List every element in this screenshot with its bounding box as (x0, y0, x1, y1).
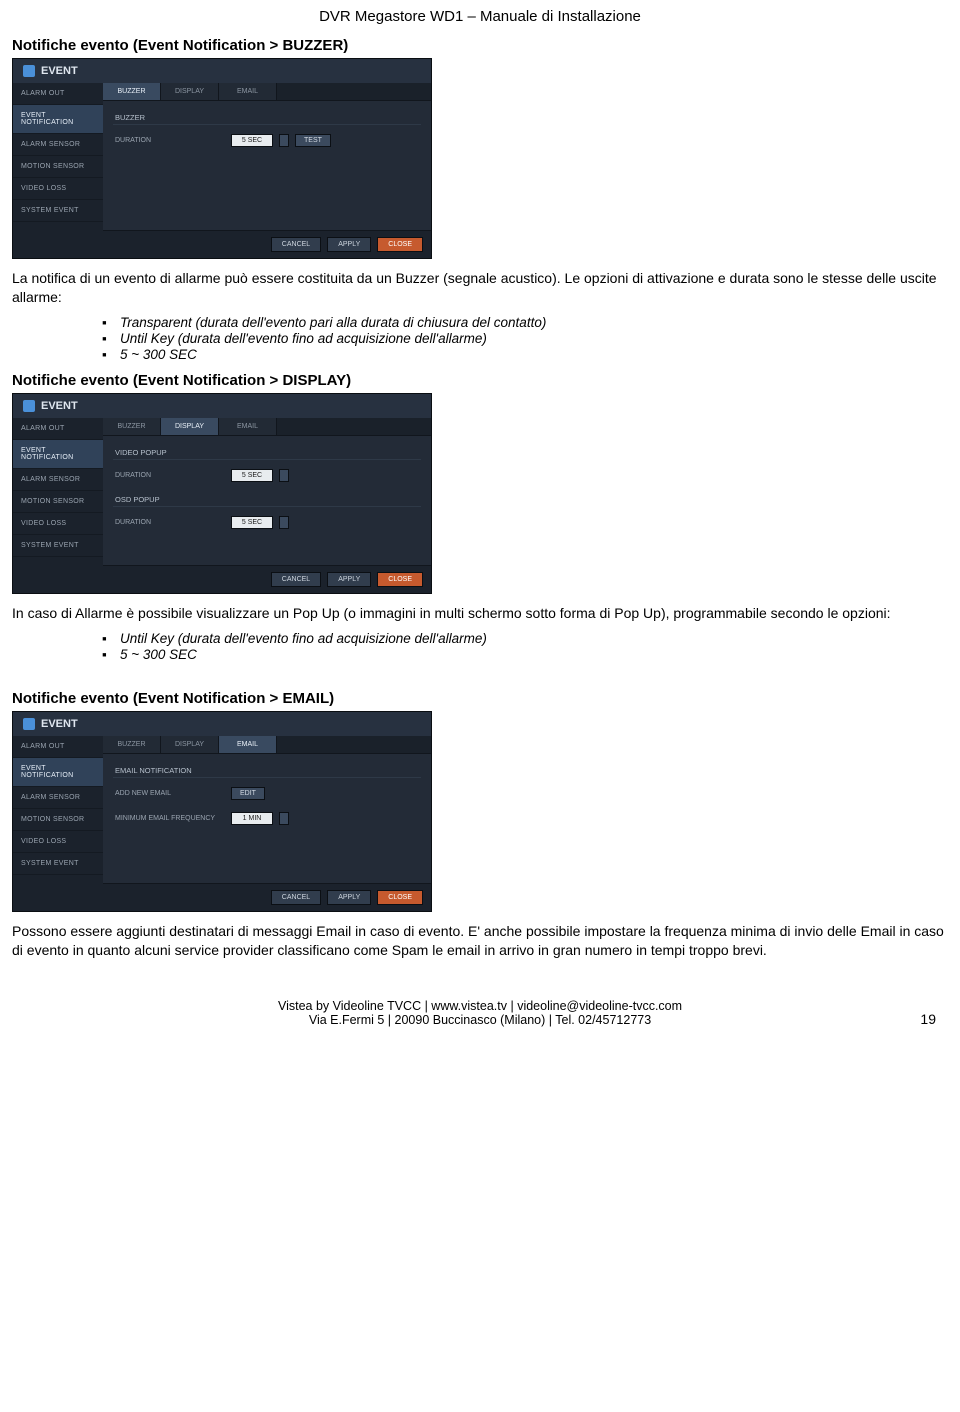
nav-motion-sensor[interactable]: MOTION SENSOR (13, 809, 103, 831)
buzzer-duration-label: DURATION (115, 137, 225, 144)
event-icon (23, 400, 35, 412)
bullet-item: Transparent (durata dell'evento pari all… (120, 315, 546, 330)
tab-display[interactable]: DISPLAY (161, 83, 219, 100)
dvr-screenshot-buzzer: EVENT ALARM OUT EVENT NOTIFICATION ALARM… (12, 58, 432, 259)
osd-popup-stepper[interactable] (279, 516, 289, 529)
dvr-tabs: BUZZER DISPLAY EMAIL (103, 83, 431, 101)
section2-paragraph: In caso di Allarme è possibile visualizz… (12, 604, 948, 623)
dvr-window-title: EVENT (13, 712, 431, 736)
event-icon (23, 718, 35, 730)
bullet-item: 5 ~ 300 SEC (120, 647, 197, 662)
section1-bullets: ▪Transparent (durata dell'evento pari al… (102, 315, 948, 362)
cancel-button[interactable]: CANCEL (271, 890, 321, 905)
tab-buzzer[interactable]: BUZZER (103, 736, 161, 753)
bullet-item: 5 ~ 300 SEC (120, 347, 197, 362)
dvr-tabs: BUZZER DISPLAY EMAIL (103, 736, 431, 754)
apply-button[interactable]: APPLY (327, 890, 371, 905)
cancel-button[interactable]: CANCEL (271, 237, 321, 252)
osd-popup-duration-label: DURATION (115, 519, 225, 526)
nav-alarm-out[interactable]: ALARM OUT (13, 418, 103, 440)
video-popup-duration-value[interactable]: 5 SEC (231, 469, 273, 482)
page-number: 19 (920, 1011, 936, 1027)
tab-display[interactable]: DISPLAY (161, 736, 219, 753)
dvr-tabs: BUZZER DISPLAY EMAIL (103, 418, 431, 436)
nav-alarm-out[interactable]: ALARM OUT (13, 736, 103, 758)
dvr-sidebar: ALARM OUT EVENT NOTIFICATION ALARM SENSO… (13, 736, 103, 911)
nav-video-loss[interactable]: VIDEO LOSS (13, 831, 103, 853)
bullet-item: Until Key (durata dell'evento fino ad ac… (120, 631, 487, 646)
group-email-notification: EMAIL NOTIFICATION (113, 762, 421, 778)
dvr-title-text: EVENT (41, 65, 78, 77)
bullet-item: Until Key (durata dell'evento fino ad ac… (120, 331, 487, 346)
nav-alarm-sensor[interactable]: ALARM SENSOR (13, 469, 103, 491)
footer-line2: Via E.Fermi 5 | 20090 Buccinasco (Milano… (12, 1013, 948, 1027)
tab-email[interactable]: EMAIL (219, 418, 277, 435)
footer-line1: Vistea by Videoline TVCC | www.vistea.tv… (12, 999, 948, 1013)
nav-system-event[interactable]: SYSTEM EVENT (13, 200, 103, 222)
tab-buzzer[interactable]: BUZZER (103, 83, 161, 100)
osd-popup-duration-value[interactable]: 5 SEC (231, 516, 273, 529)
min-email-freq-stepper[interactable] (279, 812, 289, 825)
nav-video-loss[interactable]: VIDEO LOSS (13, 178, 103, 200)
nav-event-notification[interactable]: EVENT NOTIFICATION (13, 440, 103, 469)
group-video-popup: VIDEO POPUP (113, 444, 421, 460)
section2-title: Notifiche evento (Event Notification > D… (12, 372, 948, 389)
dvr-sidebar: ALARM OUT EVENT NOTIFICATION ALARM SENSO… (13, 83, 103, 258)
section2-bullets: ▪Until Key (durata dell'evento fino ad a… (102, 631, 948, 662)
apply-button[interactable]: APPLY (327, 237, 371, 252)
section3-paragraph: Possono essere aggiunti destinatari di m… (12, 922, 948, 960)
group-osd-popup: OSD POPUP (113, 491, 421, 507)
min-email-freq-value[interactable]: 1 MIN (231, 812, 273, 825)
buzzer-duration-value[interactable]: 5 SEC (231, 134, 273, 147)
nav-alarm-out[interactable]: ALARM OUT (13, 83, 103, 105)
close-button[interactable]: CLOSE (377, 890, 423, 905)
dvr-title-text: EVENT (41, 400, 78, 412)
buzzer-duration-stepper[interactable] (279, 134, 289, 147)
dvr-window-title: EVENT (13, 59, 431, 83)
nav-alarm-sensor[interactable]: ALARM SENSOR (13, 134, 103, 156)
nav-motion-sensor[interactable]: MOTION SENSOR (13, 491, 103, 513)
doc-header: DVR Megastore WD1 – Manuale di Installaz… (12, 0, 948, 31)
buzzer-test-button[interactable]: TEST (295, 134, 331, 147)
page-footer: Vistea by Videoline TVCC | www.vistea.tv… (12, 999, 948, 1027)
apply-button[interactable]: APPLY (327, 572, 371, 587)
section1-paragraph: La notifica di un evento di allarme può … (12, 269, 948, 307)
dvr-title-text: EVENT (41, 718, 78, 730)
dvr-screenshot-email: EVENT ALARM OUT EVENT NOTIFICATION ALARM… (12, 711, 432, 912)
video-popup-stepper[interactable] (279, 469, 289, 482)
tab-buzzer[interactable]: BUZZER (103, 418, 161, 435)
nav-system-event[interactable]: SYSTEM EVENT (13, 853, 103, 875)
tab-display[interactable]: DISPLAY (161, 418, 219, 435)
section3-title: Notifiche evento (Event Notification > E… (12, 690, 948, 707)
dvr-window-title: EVENT (13, 394, 431, 418)
edit-email-button[interactable]: EDIT (231, 787, 265, 800)
nav-event-notification[interactable]: EVENT NOTIFICATION (13, 105, 103, 134)
nav-event-notification[interactable]: EVENT NOTIFICATION (13, 758, 103, 787)
nav-system-event[interactable]: SYSTEM EVENT (13, 535, 103, 557)
add-new-email-label: ADD NEW EMAIL (115, 790, 225, 797)
dvr-sidebar: ALARM OUT EVENT NOTIFICATION ALARM SENSO… (13, 418, 103, 593)
dvr-screenshot-display: EVENT ALARM OUT EVENT NOTIFICATION ALARM… (12, 393, 432, 594)
tab-email[interactable]: EMAIL (219, 83, 277, 100)
nav-alarm-sensor[interactable]: ALARM SENSOR (13, 787, 103, 809)
close-button[interactable]: CLOSE (377, 237, 423, 252)
cancel-button[interactable]: CANCEL (271, 572, 321, 587)
nav-video-loss[interactable]: VIDEO LOSS (13, 513, 103, 535)
tab-email[interactable]: EMAIL (219, 736, 277, 753)
section1-title: Notifiche evento (Event Notification > B… (12, 37, 948, 54)
nav-motion-sensor[interactable]: MOTION SENSOR (13, 156, 103, 178)
video-popup-duration-label: DURATION (115, 472, 225, 479)
group-buzzer: BUZZER (113, 109, 421, 125)
event-icon (23, 65, 35, 77)
min-email-freq-label: MINIMUM EMAIL FREQUENCY (115, 815, 225, 822)
close-button[interactable]: CLOSE (377, 572, 423, 587)
